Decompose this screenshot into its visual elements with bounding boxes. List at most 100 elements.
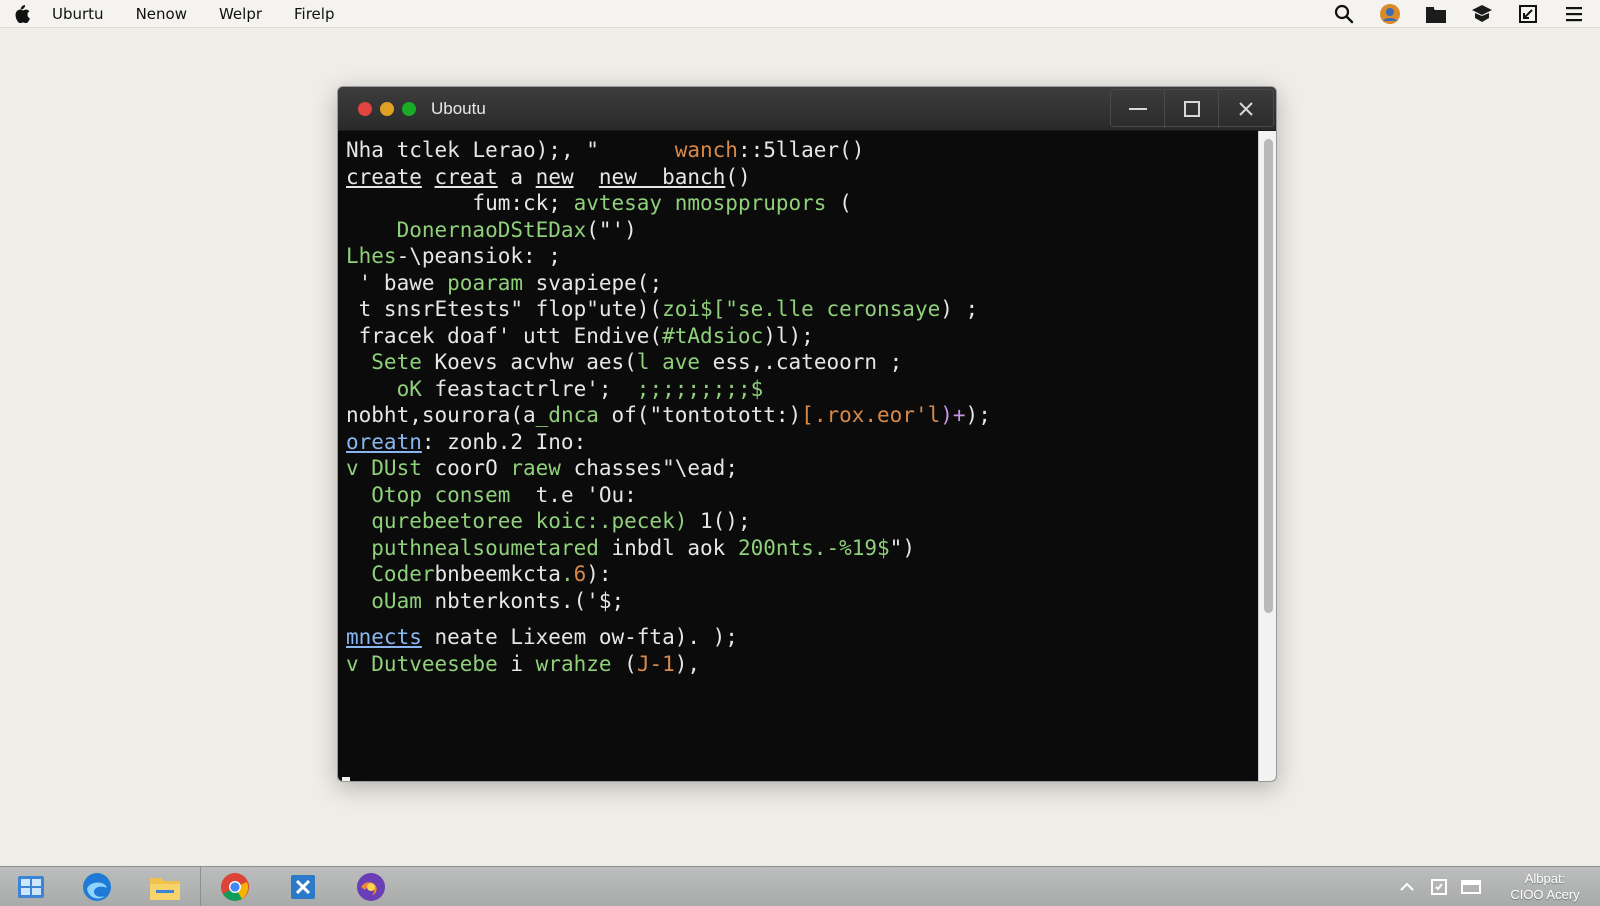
terminal-token: [.rox.eor'l	[801, 403, 941, 427]
terminal-output[interactable]: Nha tclek Lerao);, " wanch::5llaer() crea…	[338, 131, 1258, 781]
terminal-line: nobht,sourora(a_dnca of("tontotott:)[.ro…	[346, 402, 1250, 429]
terminal-line: v DUst coorO raew chasses"\ead;	[346, 455, 1250, 482]
security-icon[interactable]	[1428, 876, 1450, 898]
edge-browser-icon[interactable]	[68, 869, 126, 905]
cast-icon[interactable]	[1470, 2, 1494, 26]
scrollbar-thumb[interactable]	[1264, 139, 1273, 613]
menu-item-help[interactable]: Firelp	[294, 5, 334, 23]
terminal-token: _dnca	[535, 403, 599, 427]
terminal-token: chasses"\ead;	[560, 456, 738, 480]
terminal-token: 200nts.-%19$	[737, 535, 890, 560]
terminal-line: mnects neate Lixeem ow-fta). );	[346, 624, 1250, 651]
terminal-line: ' bawe poaram svapiepe(;	[346, 270, 1250, 297]
terminal-token: ;	[649, 270, 663, 295]
window-controls	[1110, 89, 1274, 128]
terminal-token: 6	[573, 562, 587, 586]
terminal-token: ("')	[586, 217, 637, 242]
system-tray: Albpat: CIOO Acery	[1396, 867, 1600, 906]
terminal-token: ),	[674, 651, 701, 676]
terminal-line: t snsrEtests" flop"ute)(zoi$["se.lle cer…	[346, 296, 1250, 323]
menu-item-web[interactable]: Welpr	[219, 5, 262, 23]
terminal-token: feastactrlre';	[421, 376, 625, 401]
terminal-token: ' bawe	[346, 270, 448, 295]
terminal-token: fum:ck;	[346, 191, 574, 215]
close-dot-button[interactable]	[358, 102, 372, 116]
terminal-token: a	[497, 164, 536, 189]
terminal-token: oUam	[346, 588, 422, 613]
close-button[interactable]	[1219, 90, 1273, 128]
avatar-icon[interactable]	[1378, 2, 1402, 26]
windows-start-icon[interactable]	[2, 869, 60, 905]
terminal-token: zoi$["se.lle ceronsaye	[662, 297, 941, 321]
firefox-icon[interactable]	[342, 869, 400, 905]
folder-icon[interactable]	[1424, 2, 1448, 26]
terminal-token: oK	[346, 376, 422, 401]
terminal-line: Otop consem t.e 'Ou:	[346, 482, 1250, 509]
terminal-line: create creat a new new banch()	[346, 164, 1250, 191]
taskbar-separator	[200, 867, 201, 906]
window-icon[interactable]	[1516, 2, 1540, 26]
vertical-scrollbar[interactable]	[1258, 131, 1276, 781]
excel-icon[interactable]	[274, 869, 332, 905]
terminal-token: : zonb.2 Ino:	[421, 429, 587, 454]
terminal-token: (	[826, 191, 852, 215]
maximize-dot-button[interactable]	[402, 102, 416, 116]
network-icon[interactable]	[1460, 876, 1482, 898]
terminal-token: i	[497, 651, 536, 676]
terminal-cursor	[342, 777, 350, 781]
terminal-token: ()	[725, 164, 751, 189]
minimize-button[interactable]	[1111, 90, 1165, 128]
terminal-line: DonernaoDStEDax("')	[346, 217, 1250, 244]
terminal-token: ")	[889, 535, 915, 560]
terminal-token: nobht,sourora(a	[346, 403, 536, 427]
terminal-token: ;;;;;;;;;$	[624, 376, 764, 401]
terminal-line: qurebeetoree koic:.pecek) 1();	[346, 508, 1250, 535]
terminal-line: v Dutveesebe i wrahze (J-1),	[346, 651, 1250, 678]
terminal-token: new banch	[598, 164, 726, 189]
terminal-token: raew	[510, 456, 561, 480]
terminal-token: creat	[434, 164, 498, 189]
search-icon[interactable]	[1332, 2, 1356, 26]
terminal-token: );	[965, 403, 991, 427]
chrome-icon[interactable]	[206, 869, 264, 905]
window-title: Uboutu	[431, 99, 486, 118]
terminal-token: coorO	[421, 456, 511, 480]
menu-item-window[interactable]: Nenow	[136, 5, 187, 23]
terminal-token: Koevs	[421, 350, 511, 374]
maximize-button[interactable]	[1165, 90, 1219, 128]
terminal-token: DonernaoDStEDax	[346, 217, 587, 242]
terminal-token: create	[346, 164, 422, 189]
terminal-line: fum:ck; avtesay nmospprupors (	[346, 190, 1250, 217]
terminal-token: Lhes	[346, 244, 397, 268]
chevron-up-icon[interactable]	[1396, 876, 1418, 898]
menu-icon[interactable]	[1562, 2, 1586, 26]
menu-item-ubuntu[interactable]: Uburtu	[52, 5, 104, 23]
terminal-token: v Dutveesebe	[346, 651, 498, 676]
minimize-dot-button[interactable]	[380, 102, 394, 116]
terminal-spacer	[346, 614, 1250, 624]
terminal-line: Coderbnbeemkcta.6):	[346, 561, 1250, 588]
terminal-token: l ave	[636, 350, 701, 374]
terminal-token: Sete	[346, 350, 422, 374]
terminal-token: );	[700, 625, 738, 649]
terminal-line: oUam nbterkonts.('$;	[346, 588, 1250, 615]
terminal-token: ):	[586, 562, 612, 586]
terminal-token: .	[560, 562, 574, 586]
terminal-token: ::5llaer()	[737, 138, 865, 162]
taskbar-clock[interactable]: Albpat: CIOO Acery	[1500, 871, 1590, 903]
file-explorer-icon[interactable]	[136, 869, 194, 905]
terminal-token: -\peansiok: ;	[396, 244, 561, 268]
terminal-token: 1();	[687, 509, 751, 533]
terminal-token: inbdl aok	[598, 535, 738, 560]
terminal-line: Lhes-\peansiok: ;	[346, 243, 1250, 270]
terminal-token: nbterkonts.('$;	[421, 588, 625, 613]
terminal-line: puthnealsoumetared inbdl aok 200nts.-%19…	[346, 535, 1250, 562]
terminal-token: acvhw aes(	[510, 350, 637, 374]
terminal-token: svapiepe(	[523, 270, 650, 295]
terminal-token: avtesay nmospprupors	[573, 191, 827, 215]
apple-logo-icon[interactable]	[12, 4, 32, 24]
terminal-token: J-1	[636, 651, 675, 676]
terminal-token: ) ;	[940, 297, 979, 321]
window-titlebar[interactable]: Uboutu	[338, 87, 1276, 131]
